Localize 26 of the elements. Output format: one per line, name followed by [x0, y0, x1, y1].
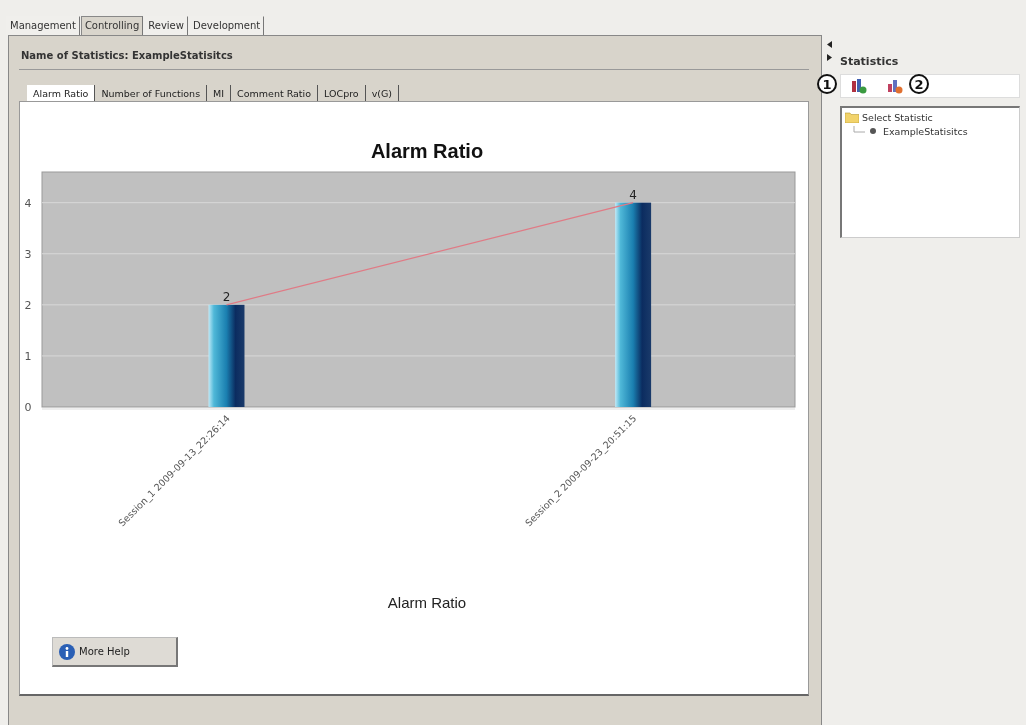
callout-number: 1	[817, 74, 837, 94]
tab[interactable]: Controlling	[80, 16, 144, 35]
y-tick-label: 4	[24, 196, 32, 210]
y-tick-label: 3	[24, 247, 32, 261]
more-help-button[interactable]: More Help	[52, 637, 178, 667]
tab[interactable]: Alarm Ratio	[27, 85, 96, 101]
tree-item[interactable]: ExampleStatisitcs	[883, 125, 968, 137]
statistics-name: Name of Statistics: ExampleStatisitcs	[19, 36, 809, 70]
add-chart-icon[interactable]	[851, 78, 867, 94]
tree-item[interactable]: Select Statistic	[845, 110, 1016, 124]
panel-title: Statistics	[840, 55, 900, 68]
y-tick-label: 0	[24, 401, 32, 414]
y-tick-label: 2	[24, 298, 32, 312]
collapse-left-icon[interactable]	[826, 41, 832, 48]
y-tick-label: 1	[24, 349, 32, 363]
data-label: 2	[222, 289, 231, 304]
bullet-icon	[870, 128, 876, 134]
remove-chart-icon[interactable]	[887, 78, 903, 94]
info-icon	[59, 643, 75, 660]
data-label: 4	[629, 187, 637, 202]
callout-number: 2	[909, 74, 929, 94]
expand-right-icon[interactable]	[826, 54, 832, 61]
chart-title: Alarm Ratio	[370, 140, 484, 162]
tree-connector-icon	[853, 126, 867, 136]
x-axis-label: Alarm Ratio	[387, 594, 467, 611]
folder-icon	[845, 111, 859, 123]
